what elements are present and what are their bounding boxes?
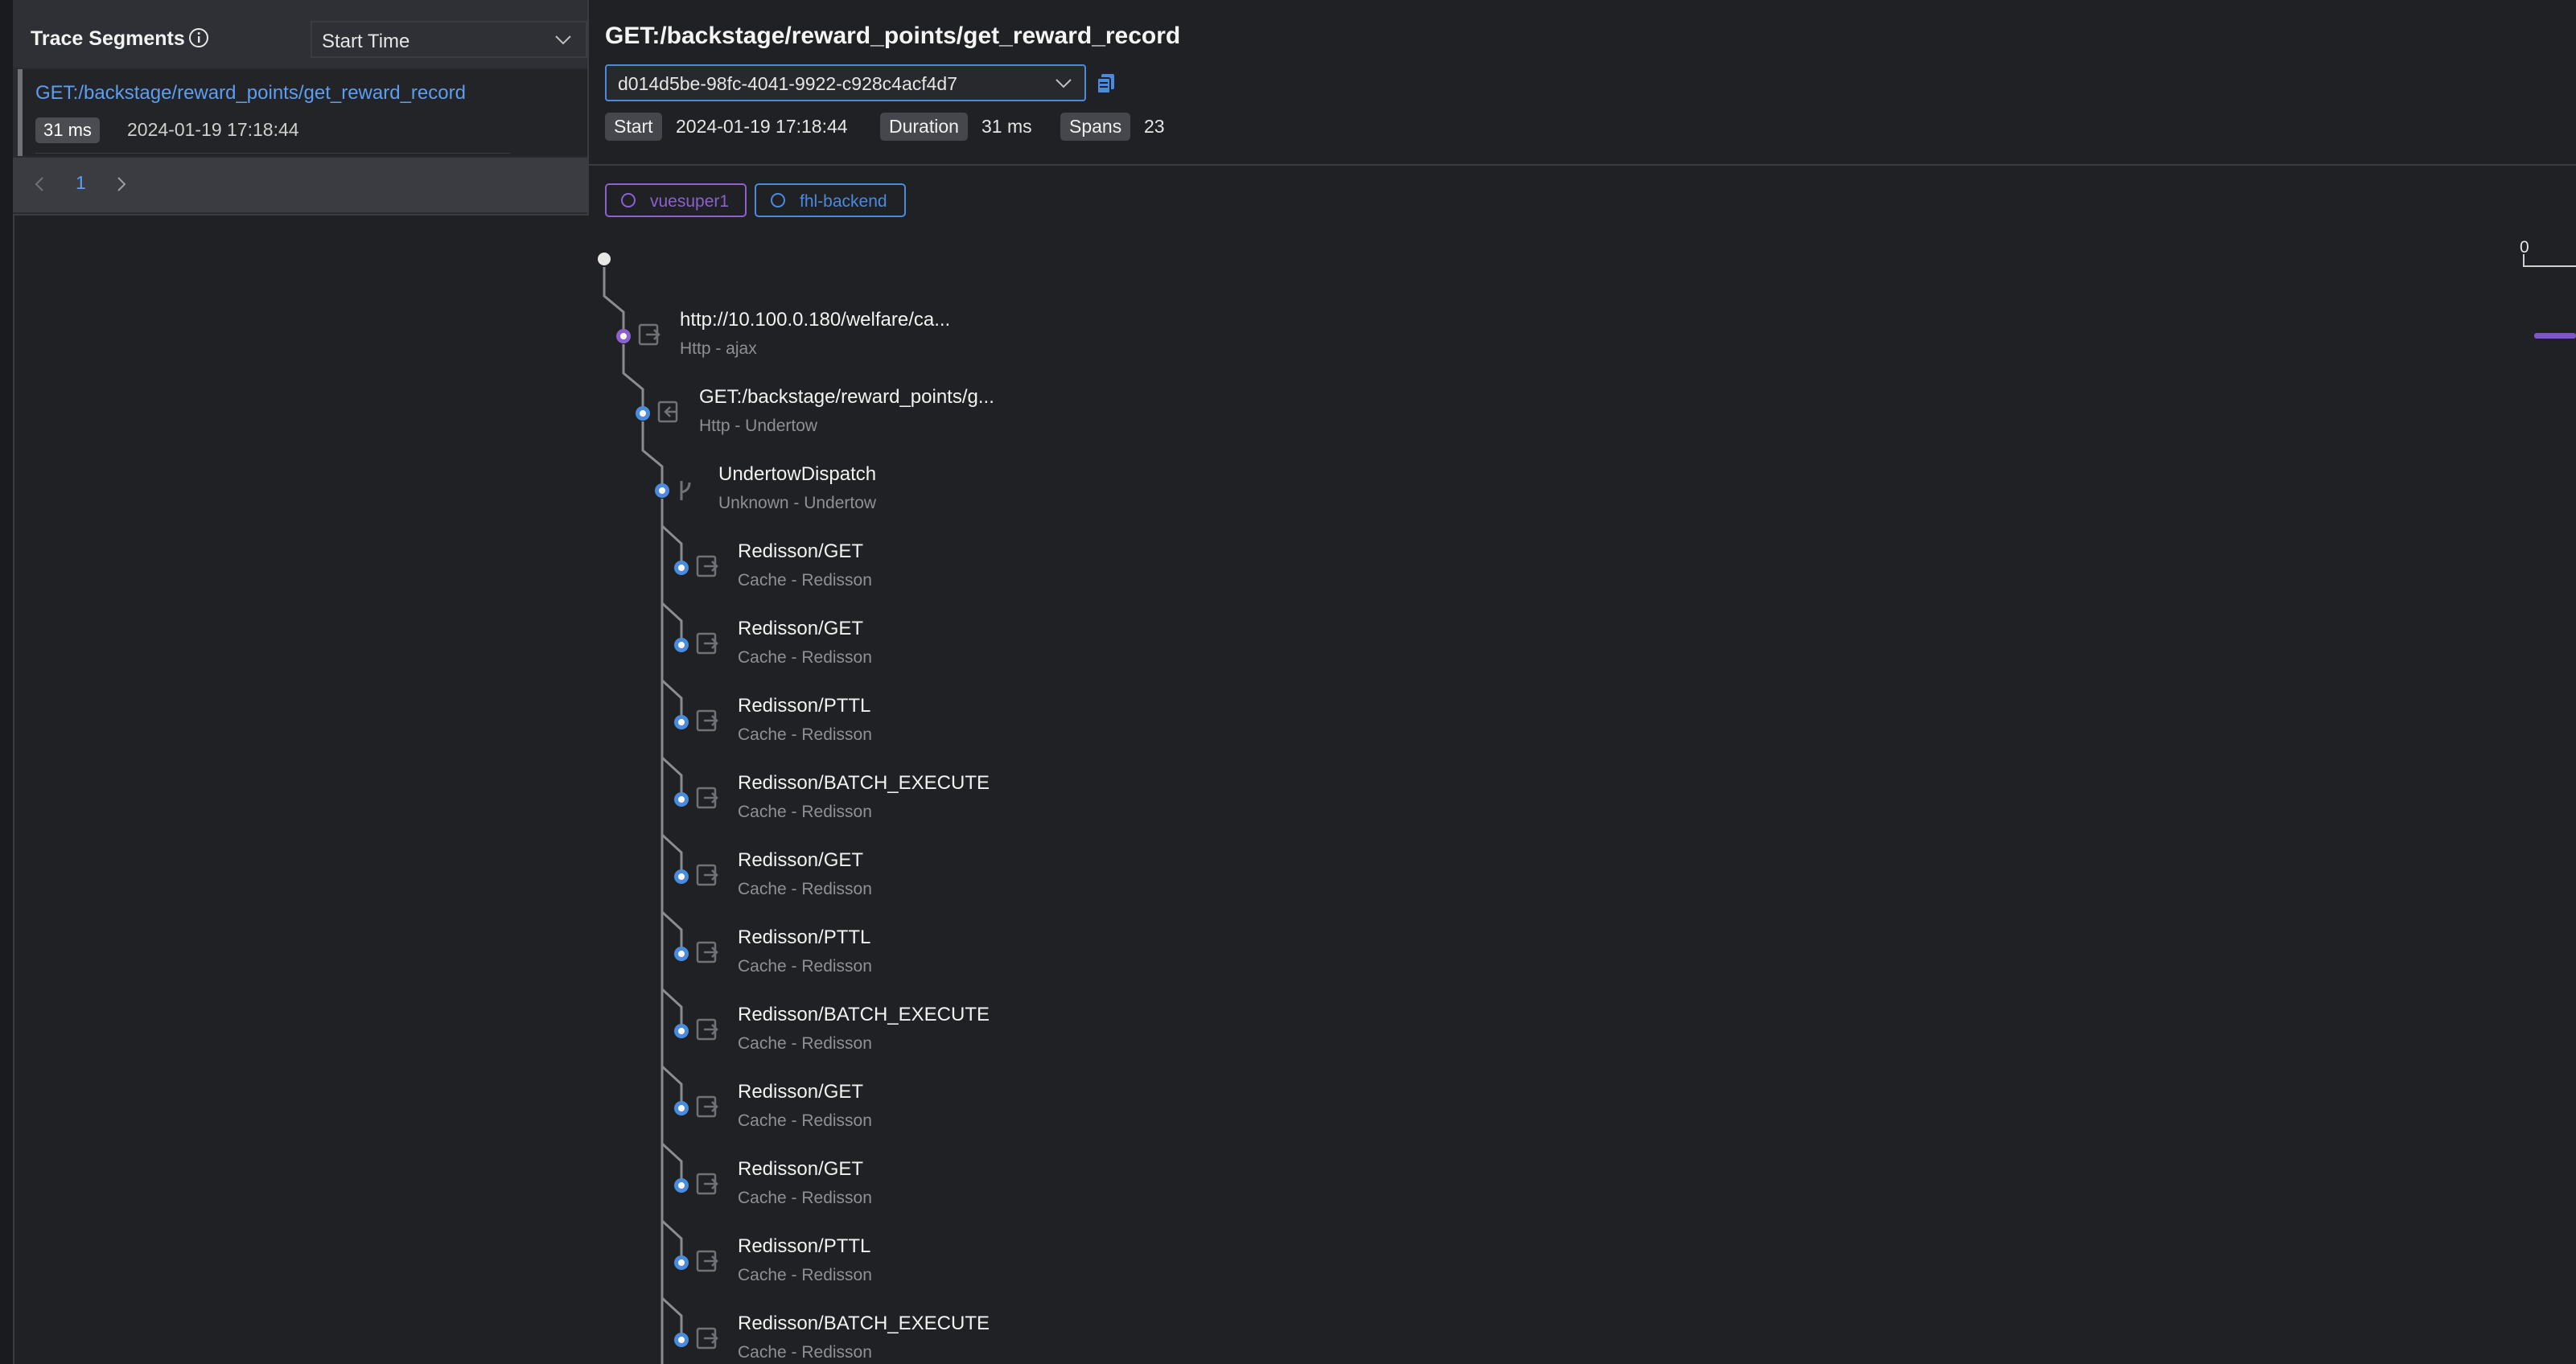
span-name[interactable]: GET:/backstage/reward_points/g... [699, 386, 994, 409]
span-name[interactable]: Redisson/GET [738, 540, 863, 563]
span-node-center [659, 487, 665, 494]
span-node-center [678, 1028, 685, 1034]
tree-connector [660, 824, 683, 870]
span-name[interactable]: Redisson/GET [738, 1081, 863, 1103]
tree-connector [660, 978, 683, 1025]
span-node-center [678, 1105, 685, 1111]
span-name[interactable]: Redisson/PTTL [738, 1235, 870, 1258]
span-name[interactable]: Redisson/PTTL [738, 926, 870, 949]
span-component: Cache - Redisson [738, 725, 872, 744]
trace-tree [598, 253, 718, 1364]
span-name[interactable]: Redisson/GET [738, 618, 863, 640]
span-node-center [678, 796, 685, 803]
tree-connector [660, 592, 683, 639]
tree-connector [660, 1055, 683, 1102]
span-node-center [678, 951, 685, 957]
span-component: Cache - Redisson [738, 1189, 872, 1207]
span-name[interactable]: UndertowDispatch [718, 463, 876, 486]
span-component: Cache - Redisson [738, 1266, 872, 1284]
tree-connector [660, 1287, 683, 1333]
root-node [598, 253, 611, 265]
tree-connector [660, 746, 683, 793]
tree-connector [660, 515, 683, 561]
span-component: Cache - Redisson [738, 957, 872, 976]
tree-connector [660, 901, 683, 947]
span-node-center [678, 873, 685, 880]
span-node-center [620, 333, 627, 339]
span-component: Cache - Redisson [738, 1034, 872, 1053]
tree-connector [660, 669, 683, 716]
span-name[interactable]: http://10.100.0.180/welfare/ca... [680, 309, 950, 331]
span-component: Unknown - Undertow [718, 494, 877, 512]
span-node-center [678, 1259, 685, 1266]
span-node-center [678, 719, 685, 725]
tree-connector [622, 344, 644, 407]
span-component: Http - Undertow [699, 417, 818, 435]
tree-connector [660, 1210, 683, 1256]
span-name[interactable]: Redisson/BATCH_EXECUTE [738, 1313, 990, 1335]
span-name[interactable]: Redisson/GET [738, 1158, 863, 1181]
entry-arrow-icon [664, 406, 677, 417]
span-name[interactable]: Redisson/PTTL [738, 695, 870, 717]
span-name[interactable]: Redisson/BATCH_EXECUTE [738, 1004, 990, 1026]
tree-connector [603, 267, 625, 330]
span-component: Cache - Redisson [738, 1111, 872, 1130]
span-node-center [678, 565, 685, 571]
span-component: Cache - Redisson [738, 1343, 872, 1362]
span-component: Cache - Redisson [738, 880, 872, 898]
span-node-center [678, 1182, 685, 1189]
span-name[interactable]: Redisson/GET [738, 849, 863, 872]
span-component: Http - ajax [680, 339, 757, 358]
span-node-center [678, 642, 685, 648]
span-component: Cache - Redisson [738, 571, 872, 590]
span-component: Cache - Redisson [738, 803, 872, 821]
span-node-center [678, 1337, 685, 1343]
span-component: Cache - Redisson [738, 648, 872, 667]
tree-connector [660, 1132, 683, 1179]
branch-icon [680, 481, 691, 500]
span-node-center [640, 410, 646, 417]
span-name[interactable]: Redisson/BATCH_EXECUTE [738, 772, 990, 795]
tree-connector [641, 421, 664, 484]
